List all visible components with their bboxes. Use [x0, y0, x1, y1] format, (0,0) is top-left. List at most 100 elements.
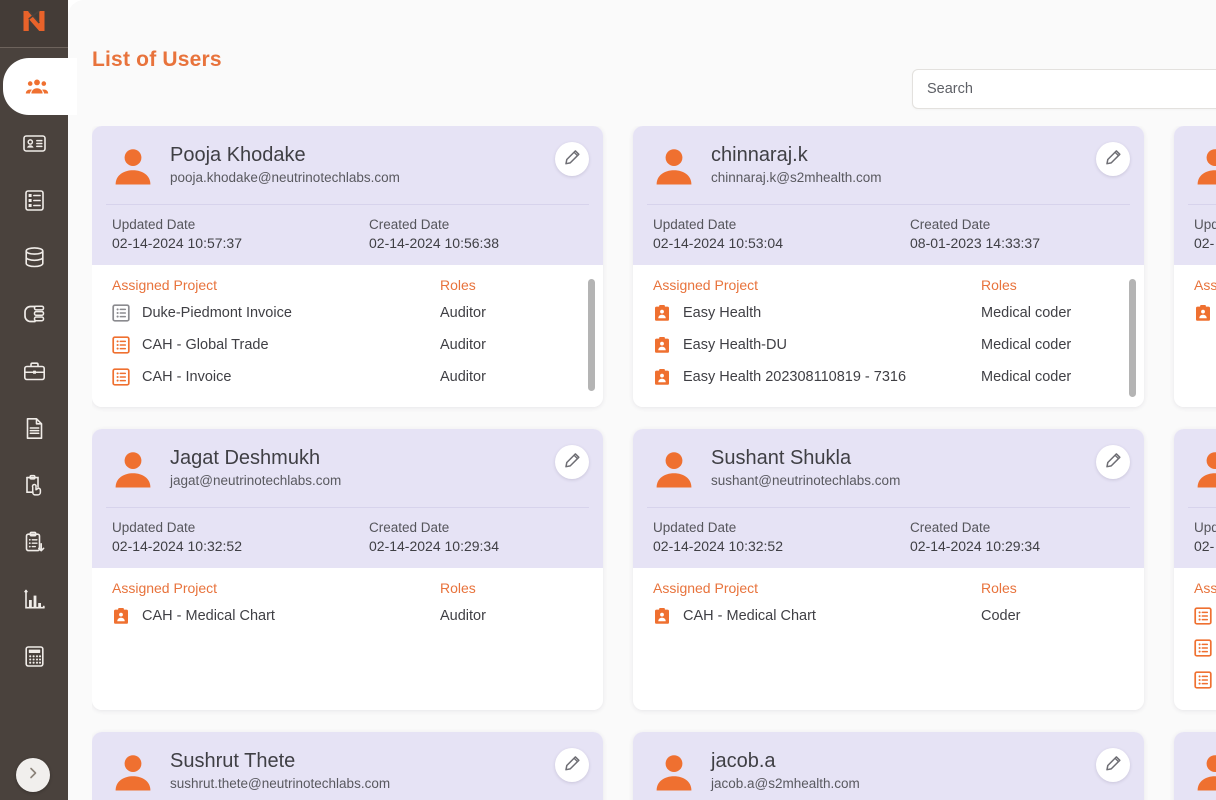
chevron-right-icon [26, 766, 40, 785]
project-row: CAH - Global Trade Auditor [92, 329, 603, 361]
updated-date-label: Updated Date [112, 520, 196, 535]
clipboard-user-icon [653, 304, 671, 322]
edit-user-button[interactable] [555, 142, 589, 176]
project-name: CAH - Medical Chart [142, 608, 275, 624]
card-scrollbar[interactable] [1129, 279, 1136, 397]
updated-date-label: Updated Date [653, 217, 737, 232]
id-card-icon [22, 131, 47, 156]
project-name: CAH - Global Trade [142, 337, 269, 353]
project-name: Easy Health-DU [683, 337, 787, 353]
project-name: Easy Health [683, 305, 762, 321]
clipboard-user-icon [1194, 304, 1212, 322]
assigned-project-header: Assigned Project [112, 580, 218, 596]
server-stack-icon [22, 302, 47, 327]
user-email: sushant@neutrinotechlabs.com [711, 473, 901, 488]
user-card[interactable]: Sushant Shukla sushant@neutrinotechlabs.… [633, 429, 1144, 710]
app-logo[interactable] [0, 0, 68, 48]
created-date-block: Created Date 08-01-2023 14:33:37 [910, 217, 1040, 251]
clipboard-download-icon [22, 530, 47, 555]
clipboard-hand-icon [22, 473, 47, 498]
project-role: Coder [981, 608, 1021, 624]
user-card[interactable]: Updated Date 02- Created Date Assigned P… [1174, 429, 1216, 710]
neutrino-logo-icon [20, 8, 47, 40]
clipboard-user-icon [653, 336, 671, 354]
user-name: jacob.a [711, 750, 776, 772]
sidebar-item-clipboard-download[interactable] [0, 514, 68, 571]
created-date-block: Created Date 02-14-2024 10:29:34 [369, 520, 499, 554]
updated-date-block: Updated Date 02-14-2024 10:32:52 [112, 520, 369, 554]
sidebar-item-users[interactable] [3, 58, 77, 115]
updated-date-label: Updated Date [112, 217, 196, 232]
assigned-project-header: Assigned Project [1194, 580, 1216, 596]
updated-date-label: Updated Date [1194, 217, 1216, 232]
card-projects-section: Assigned Project Roles CAH - Medical Cha… [92, 568, 603, 710]
list-box-icon [112, 336, 130, 354]
sidebar-item-briefcase[interactable] [0, 343, 68, 400]
created-date-value: 02-14-2024 10:29:34 [369, 538, 499, 554]
list-box-icon [112, 368, 130, 386]
sidebar-item-form-list[interactable] [0, 172, 68, 229]
created-date-block: Created Date 02-14-2024 10:56:38 [369, 217, 499, 251]
edit-user-button[interactable] [1096, 445, 1130, 479]
avatar [1192, 144, 1216, 190]
updated-date-block: Updated Date 02-14-2024 10:53:04 [653, 217, 910, 251]
assigned-project-header: Assigned Project [653, 580, 759, 596]
project-row: Easy Health Medical coder [633, 297, 1144, 329]
user-card[interactable]: Updated Date Created Date Assigned Proje… [1174, 732, 1216, 800]
sidebar-toggle-button[interactable] [16, 758, 50, 792]
avatar [110, 750, 156, 796]
updated-date-label: Updated Date [653, 520, 737, 535]
search-input[interactable] [912, 69, 1216, 109]
created-date-value: 02-14-2024 10:29:34 [910, 538, 1040, 554]
roles-header: Roles [440, 580, 476, 596]
bar-chart-icon [22, 587, 47, 612]
updated-date-block: Updated Date 02-14-2024 10:57:37 [112, 217, 369, 251]
clipboard-user-icon [653, 368, 671, 386]
user-card[interactable]: Sushrut Thete sushrut.thete@neutrinotech… [92, 732, 603, 800]
project-row: CAH - Invoice Auditor [92, 361, 603, 393]
calculator-icon [22, 644, 47, 669]
updated-date-value: 02-14-2024 10:32:52 [112, 538, 242, 554]
project-name: CAH - Invoice [142, 369, 232, 385]
sidebar-item-server-stack[interactable] [0, 286, 68, 343]
edit-user-button[interactable] [555, 445, 589, 479]
pencil-icon [564, 755, 581, 775]
user-email: chinnaraj.k@s2mhealth.com [711, 170, 882, 185]
edit-user-button[interactable] [1096, 748, 1130, 782]
project-role: Medical coder [981, 369, 1072, 385]
created-date-label: Created Date [369, 520, 450, 535]
project-row: Duke-Piedmont Invoice Auditor [92, 297, 603, 329]
project-role: Auditor [440, 337, 486, 353]
user-card[interactable]: Pooja Khodake pooja.khodake@neutrinotech… [92, 126, 603, 407]
sidebar-nav [0, 48, 77, 685]
user-card[interactable]: Updated Date 02- Created Date Assigned P… [1174, 126, 1216, 407]
user-card[interactable]: Jagat Deshmukh jagat@neutrinotechlabs.co… [92, 429, 603, 710]
list-box-icon [1194, 607, 1212, 625]
sidebar-item-database[interactable] [0, 229, 68, 286]
page-title: List of Users [92, 48, 222, 71]
database-icon [22, 245, 47, 270]
edit-user-button[interactable] [555, 748, 589, 782]
clipboard-user-icon [653, 607, 671, 625]
list-box-icon [1194, 671, 1212, 689]
project-role: Medical coder [981, 305, 1072, 321]
avatar [651, 750, 697, 796]
main-content: List of Users Pooja Khodake pooja.khodak… [68, 0, 1216, 800]
updated-date-block: Updated Date 02- [1194, 217, 1216, 251]
sidebar-item-bar-chart[interactable] [0, 571, 68, 628]
user-card[interactable]: chinnaraj.k chinnaraj.k@s2mhealth.com Up… [633, 126, 1144, 407]
project-name: Easy Health 202308110819 - 7316 [683, 369, 907, 385]
sidebar-item-clipboard-hand[interactable] [0, 457, 68, 514]
created-date-block: Created Date 02-14-2024 10:29:34 [910, 520, 1040, 554]
updated-date-value: 02-14-2024 10:32:52 [653, 538, 783, 554]
card-projects-section: Assigned Project Roles Easy Health Medic… [633, 265, 1144, 407]
user-card[interactable]: jacob.a jacob.a@s2mhealth.com Updated Da… [633, 732, 1144, 800]
edit-user-button[interactable] [1096, 142, 1130, 176]
user-email: jagat@neutrinotechlabs.com [170, 473, 342, 488]
sidebar-item-id-card[interactable] [0, 115, 68, 172]
card-scrollbar[interactable] [588, 279, 595, 391]
sidebar-item-calculator[interactable] [0, 628, 68, 685]
sidebar-item-document[interactable] [0, 400, 68, 457]
created-date-value: 02-14-2024 10:56:38 [369, 235, 499, 251]
project-row [1174, 664, 1216, 696]
